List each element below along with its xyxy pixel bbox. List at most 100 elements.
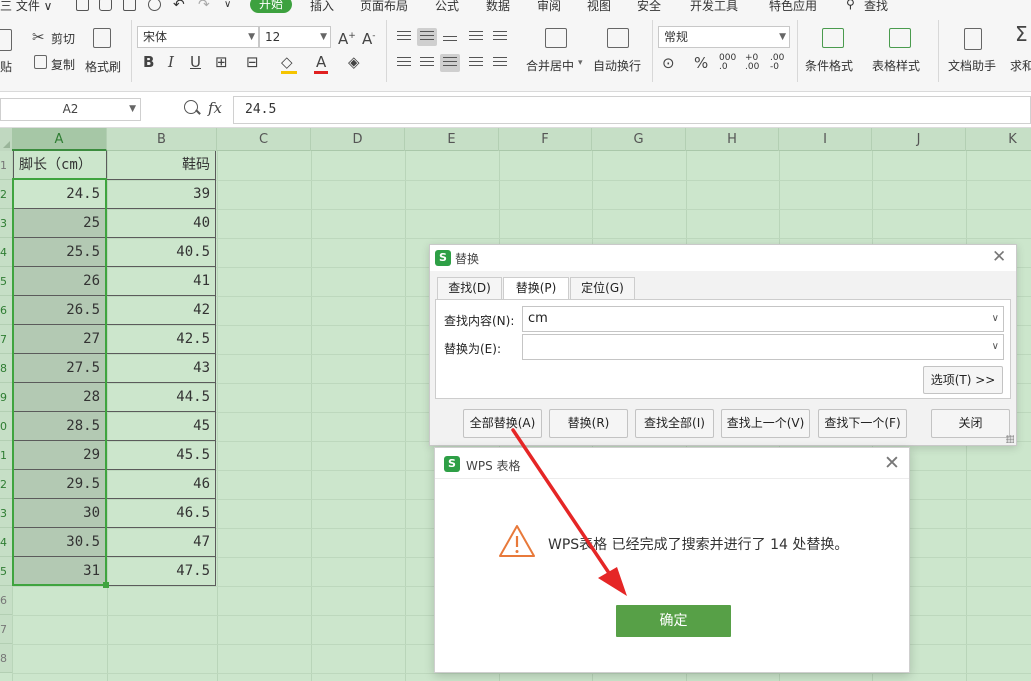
column-header-b[interactable]: B [107,128,217,151]
column-header-f[interactable]: F [499,128,592,151]
close-icon[interactable]: ✕ [992,249,1006,266]
percent-icon[interactable]: % [694,55,708,71]
merge-center-button[interactable]: 合并居中 [526,57,574,74]
merge-center-icon[interactable] [545,28,567,48]
align-middle-icon[interactable] [417,28,437,46]
column-header-d[interactable]: D [311,128,405,151]
column-header-i[interactable]: I [779,128,872,151]
search-label[interactable]: 查找 [864,0,888,14]
row-header[interactable]: 4 [0,238,12,267]
row-header[interactable]: 5 [0,557,12,586]
row-header[interactable]: 2 [0,470,12,499]
distributed-icon[interactable] [490,54,510,72]
replace-all-button[interactable]: 全部替换(A) [463,409,542,438]
copy-button[interactable]: 复制 [51,56,75,73]
font-grow-icon[interactable]: A+ [338,28,356,47]
cut-button[interactable]: 剪切 [51,30,75,47]
number-format-select[interactable]: 常规 ▼ [658,26,790,48]
redo-icon[interactable]: ↷ [198,0,210,13]
formula-input[interactable]: 24.5 [233,96,1031,124]
options-button[interactable]: 选项(T) >> [923,366,1003,394]
row-header[interactable]: 9 [0,383,12,412]
replace-input[interactable]: ∨ [522,334,1004,360]
row-header[interactable]: 7 [0,615,12,644]
bold-icon[interactable]: B [143,54,154,70]
tab-goto[interactable]: 定位(G) [570,277,635,300]
increase-decimal-icon[interactable]: +0.00 [745,54,759,72]
find-previous-button[interactable]: 查找上一个(V) [721,409,810,438]
dialog-titlebar[interactable]: S 替换 ✕ [430,245,1016,271]
wrap-text-button[interactable]: 自动换行 [593,57,641,74]
quick-access-more-icon[interactable]: ∨ [224,0,231,10]
close-icon[interactable]: ✕ [884,455,900,472]
column-header-j[interactable]: J [872,128,966,151]
tab-replace[interactable]: 替换(P) [503,277,569,301]
paste-icon[interactable] [0,29,12,51]
align-bottom-icon[interactable] [440,28,460,46]
row-header[interactable]: 7 [0,325,12,354]
column-header-h[interactable]: H [686,128,779,151]
wrap-text-icon[interactable] [607,28,629,48]
print-preview-icon[interactable] [99,0,112,11]
font-shrink-icon[interactable]: A- [362,28,376,47]
tab-insert[interactable]: 插入 [310,0,334,14]
format-painter-icon[interactable] [93,28,111,48]
row-header[interactable]: 4 [0,528,12,557]
tab-formulas[interactable]: 公式 [435,0,459,14]
font-name-select[interactable]: 宋体 ▼ [137,26,259,48]
column-header-a[interactable]: A [12,128,107,151]
row-header[interactable]: 5 [0,267,12,296]
tab-page-layout[interactable]: 页面布局 [360,0,408,14]
doc-helper-button[interactable]: 文档助手 [948,57,996,74]
cell-style-icon[interactable]: ⊟ [246,54,259,70]
tab-special-apps[interactable]: 特色应用 [769,0,817,14]
row-header[interactable]: 3 [0,499,12,528]
fill-color-icon[interactable]: ◇ [281,54,293,70]
sum-button[interactable]: 求和 [1010,57,1031,74]
format-painter-button[interactable]: 格式刷 [85,58,121,75]
row-header[interactable]: 8 [0,644,12,673]
currency-icon[interactable]: ⊙ [662,55,675,71]
find-input[interactable]: cm ∨ [522,306,1004,332]
row-header[interactable]: 6 [0,296,12,325]
column-header-e[interactable]: E [405,128,499,151]
align-right-icon[interactable] [440,54,460,72]
ok-button[interactable]: 确定 [616,605,731,637]
conditional-format-button[interactable]: 条件格式 [805,57,853,74]
function-icon[interactable]: fx [208,99,222,117]
row-header[interactable]: 2 [0,180,12,209]
name-box[interactable]: A2 ▼ [0,98,141,121]
column-header-k[interactable]: K [966,128,1031,151]
select-all-corner[interactable] [0,128,12,151]
conditional-format-icon[interactable] [822,28,844,48]
undo-icon[interactable]: ↶ [173,0,185,13]
italic-icon[interactable]: I [168,54,174,70]
row-header[interactable]: 3 [0,209,12,238]
decrease-decimal-icon[interactable]: .00-0 [770,54,784,72]
paste-button[interactable]: 粘贴 [0,58,12,75]
replace-button[interactable]: 替换(R) [549,409,628,438]
cut-icon[interactable]: ✂ [32,29,45,45]
row-header[interactable]: 1 [0,151,12,180]
borders-icon[interactable]: ⊞ [215,54,228,70]
justify-icon[interactable] [466,54,486,72]
tab-data[interactable]: 数据 [486,0,510,14]
align-center-icon[interactable] [417,54,437,72]
align-left-icon[interactable] [394,54,414,72]
tab-review[interactable]: 审阅 [537,0,561,14]
close-button[interactable]: 关闭 [931,409,1010,438]
align-top-icon[interactable] [394,28,414,46]
find-doc-icon[interactable] [148,0,161,11]
file-menu[interactable]: 三 文件 ∨ [0,0,52,14]
fill-handle[interactable] [103,582,109,588]
row-header[interactable]: 0 [0,412,12,441]
row-header[interactable]: 6 [0,586,12,615]
underline-icon[interactable]: U [190,54,201,70]
tab-security[interactable]: 安全 [637,0,661,14]
indent-increase-icon[interactable] [490,28,510,46]
table-style-button[interactable]: 表格样式 [872,57,920,74]
find-all-button[interactable]: 查找全部(I) [635,409,714,438]
doc-helper-icon[interactable] [964,28,982,50]
resize-grip-icon[interactable] [1006,435,1014,443]
row-header[interactable]: 8 [0,354,12,383]
